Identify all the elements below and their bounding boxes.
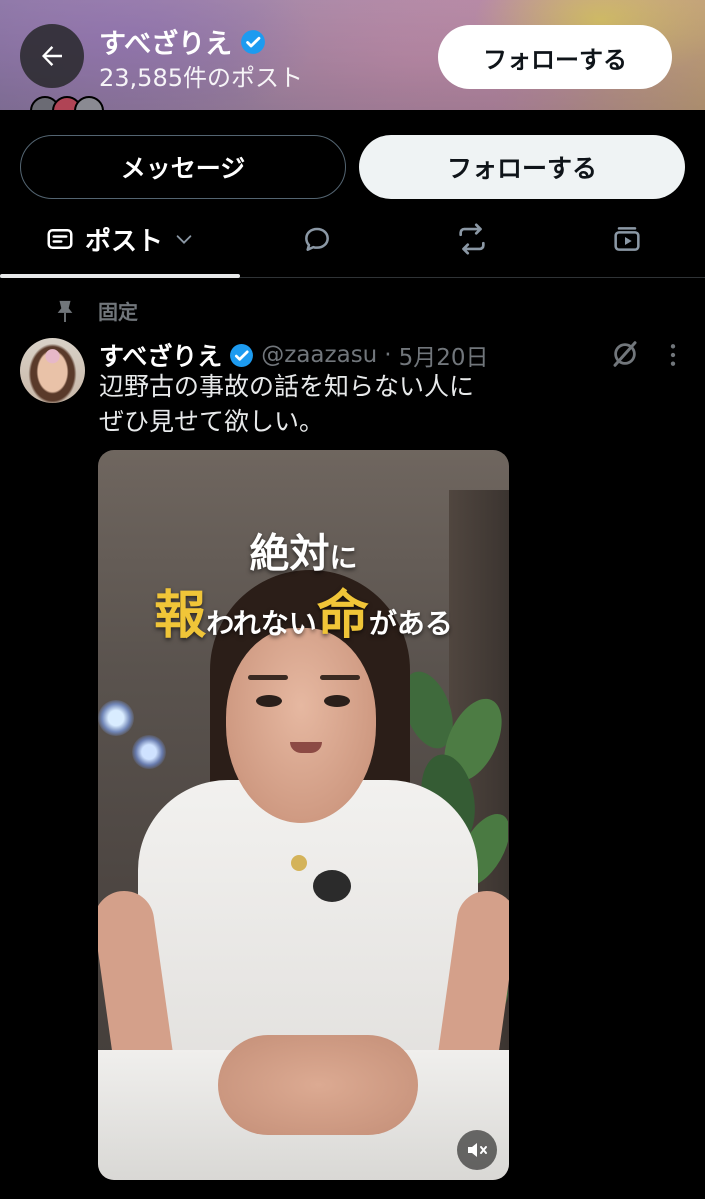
video-background-light xyxy=(98,700,134,736)
more-options-button[interactable] xyxy=(664,342,682,372)
caption-highlight: 報 xyxy=(154,586,207,646)
tab-reposts[interactable] xyxy=(455,222,489,256)
video-person-microphone xyxy=(313,870,351,902)
post-text-line: ぜひ見せて欲しい。 xyxy=(99,407,325,436)
verified-badge-icon xyxy=(230,343,254,367)
caption-text: がある xyxy=(368,607,453,640)
video-person-brow xyxy=(320,675,360,680)
profile-header-banner: すべざりえ 23,585件のポスト フォローする xyxy=(0,0,705,110)
repost-icon xyxy=(459,223,485,255)
post-author-name[interactable]: すべざりえ xyxy=(99,337,222,373)
speaker-muted-icon xyxy=(468,1143,487,1157)
video-background-light xyxy=(132,735,166,769)
mute-button[interactable] xyxy=(457,1130,497,1170)
video-person-brow xyxy=(248,675,288,680)
video-caption: 絶対に 報われない命がある xyxy=(98,530,509,650)
post-handle[interactable]: @zaazasu xyxy=(261,342,377,368)
post-date[interactable]: 5月20日 xyxy=(399,338,489,372)
meta-separator: · xyxy=(384,342,392,368)
follow-button[interactable]: フォローする xyxy=(359,135,685,199)
tab-posts[interactable]: ポスト xyxy=(0,200,240,278)
header-profile-name: すべざりえ xyxy=(99,29,233,60)
caption-text: われない xyxy=(206,607,317,640)
post-text-line: 辺野古の事故の話を知らない人に xyxy=(99,372,475,401)
media-icon xyxy=(614,227,640,251)
caption-text: 絶対 xyxy=(249,531,330,577)
video-person-eye xyxy=(324,695,350,707)
chevron-down-icon xyxy=(176,235,192,244)
posts-icon xyxy=(47,229,73,249)
tab-media[interactable] xyxy=(610,222,644,256)
video-person-eye xyxy=(256,695,282,707)
header-profile-name-row: すべざりえ xyxy=(99,22,266,61)
post-text: 辺野古の事故の話を知らない人に ぜひ見せて欲しい。 xyxy=(99,369,659,439)
grok-icon xyxy=(613,341,637,367)
arrow-left-icon xyxy=(42,46,62,66)
pinned-indicator: 固定 xyxy=(54,296,138,325)
verified-badge-icon xyxy=(241,29,266,54)
video-person-hands xyxy=(218,1035,418,1135)
profile-tabs: ポスト xyxy=(0,200,705,278)
video-person-pendant xyxy=(291,855,307,871)
post-video[interactable]: 絶対に 報われない命がある xyxy=(98,450,509,1180)
avatar[interactable] xyxy=(20,338,85,403)
caption-text: に xyxy=(329,541,358,574)
more-vertical-icon xyxy=(670,344,676,366)
tab-replies[interactable] xyxy=(300,222,334,256)
message-button[interactable]: メッセージ xyxy=(20,135,346,199)
video-caption-line1: 絶対に xyxy=(98,530,509,582)
header-post-count: 23,585件のポスト xyxy=(99,64,303,92)
followers-avatars xyxy=(30,96,104,110)
video-caption-line2: 報われない命がある xyxy=(98,590,509,650)
tab-posts-label: ポスト xyxy=(84,226,163,257)
follower-avatar xyxy=(74,96,104,110)
pin-icon xyxy=(57,300,73,322)
caption-highlight: 命 xyxy=(316,586,369,646)
header-follow-button[interactable]: フォローする xyxy=(438,25,672,89)
grok-button[interactable] xyxy=(610,339,640,373)
post-header: すべざりえ @zaazasu · 5月20日 xyxy=(99,337,488,373)
pinned-label: 固定 xyxy=(98,300,138,324)
back-button[interactable] xyxy=(20,24,84,88)
active-tab-indicator xyxy=(0,274,240,278)
video-person-face xyxy=(226,628,376,823)
reply-bubble-icon xyxy=(305,227,329,251)
